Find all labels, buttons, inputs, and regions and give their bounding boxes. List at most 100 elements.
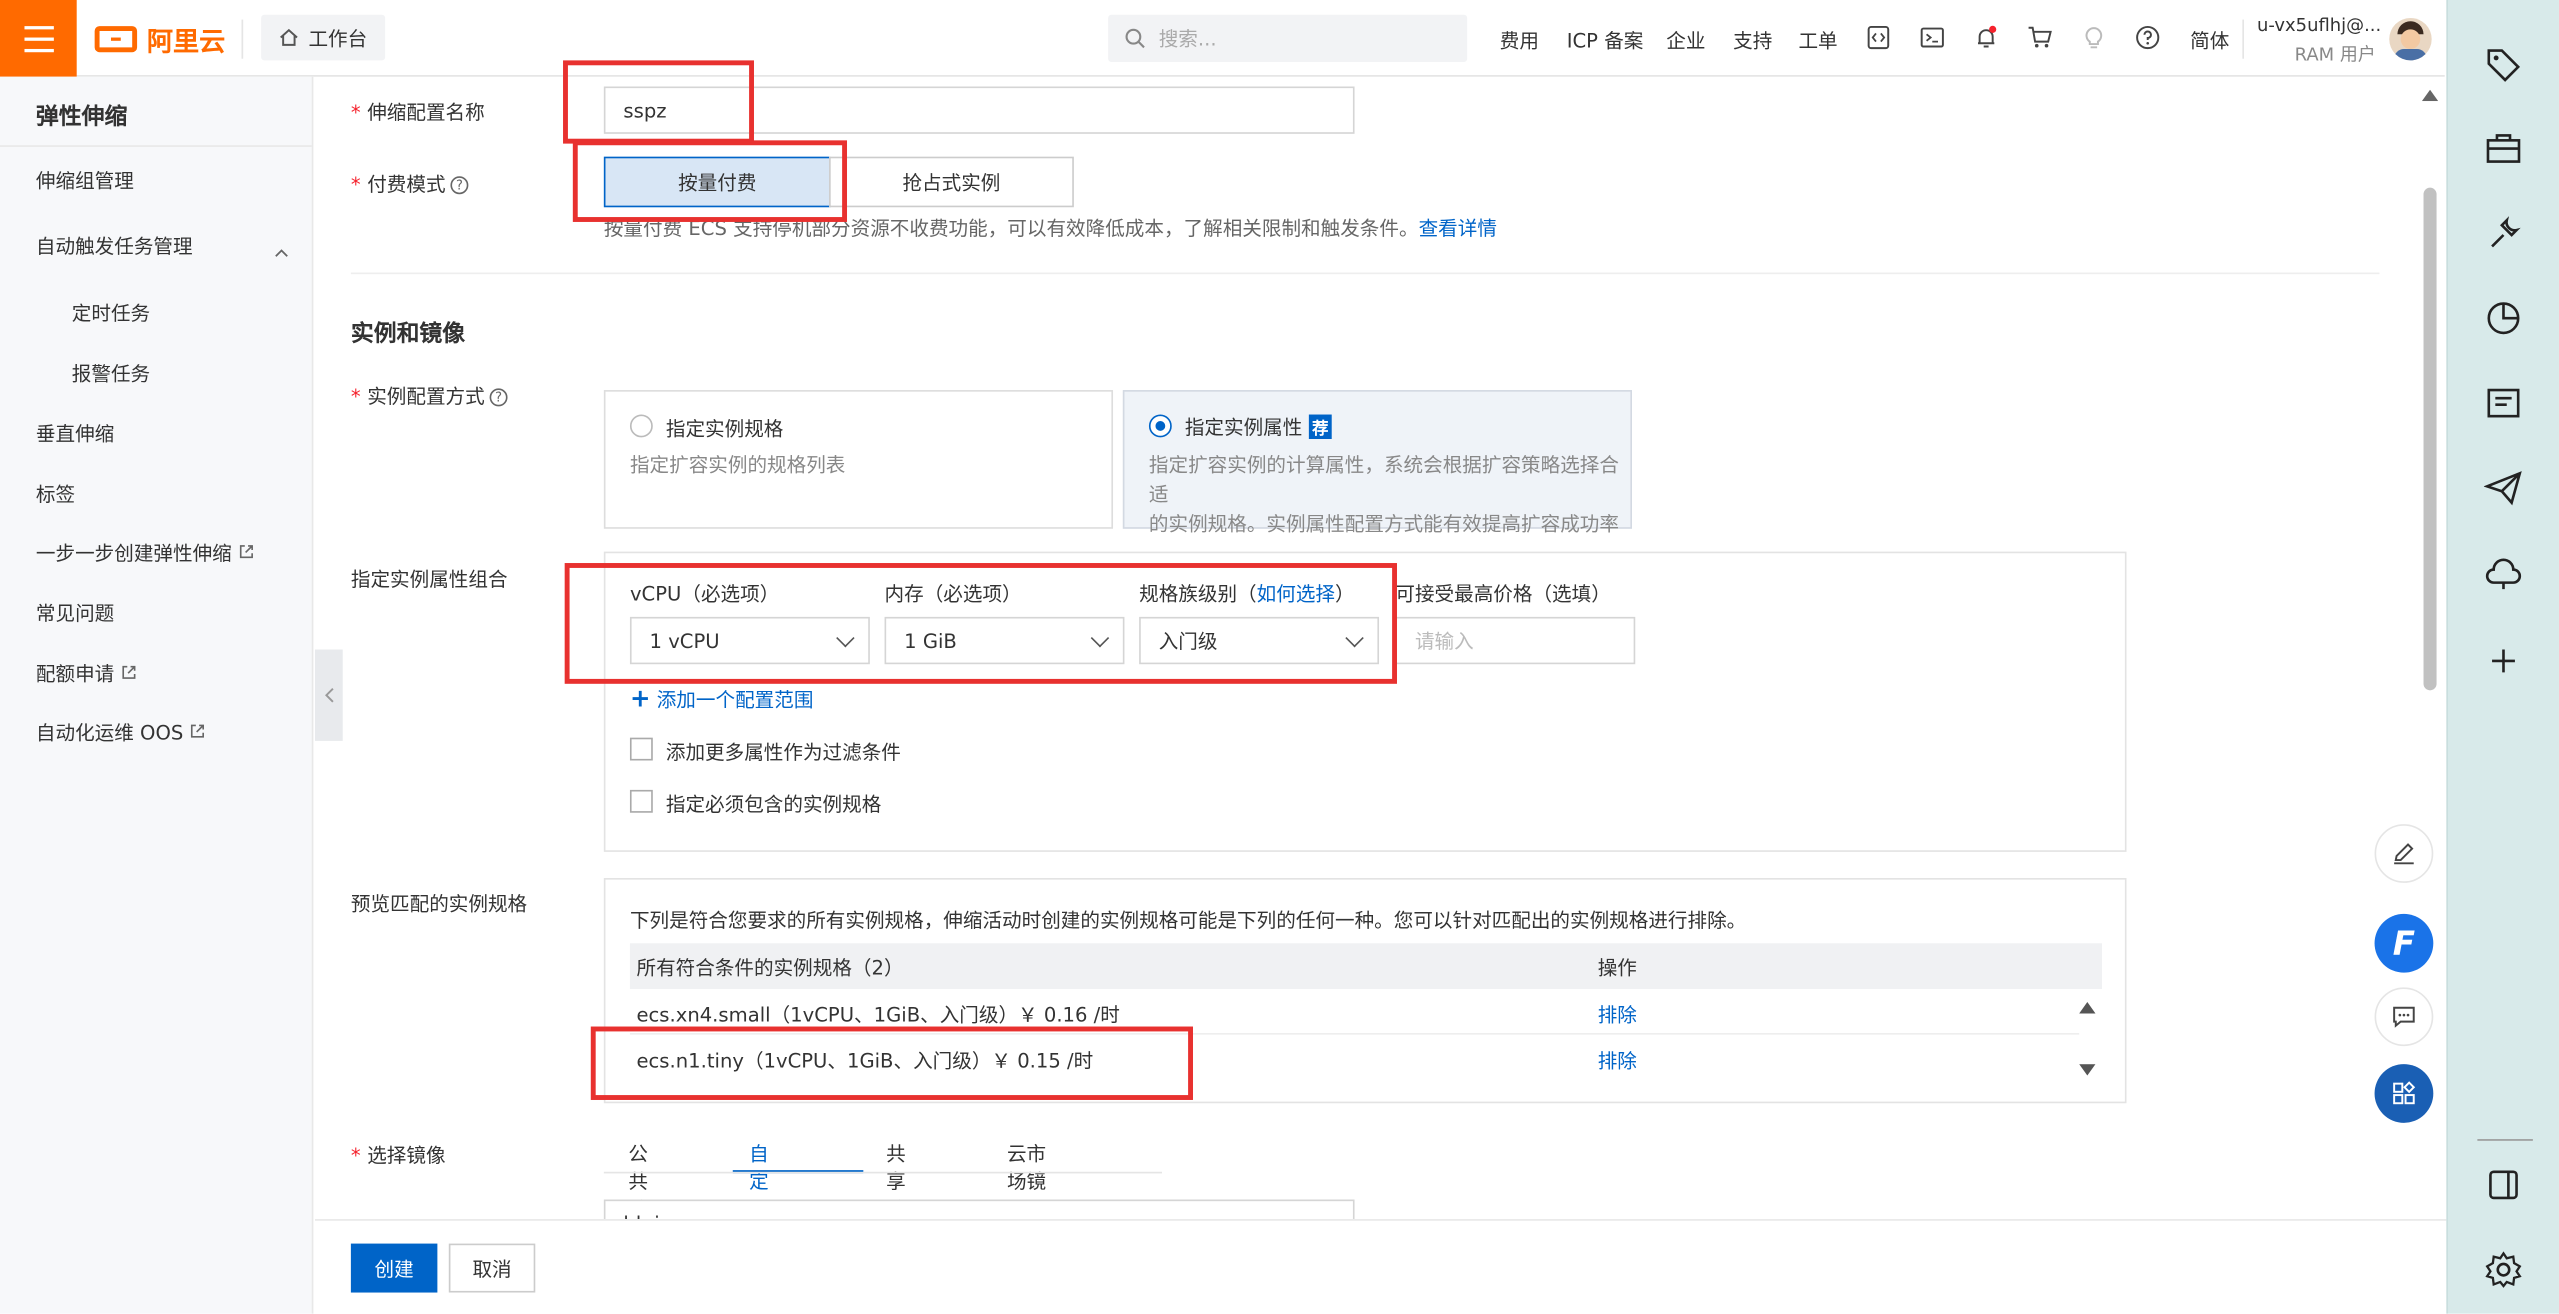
sidebar-item-alarm[interactable]: 报警任务: [72, 359, 150, 387]
settings-tool-icon[interactable]: [2484, 214, 2523, 253]
mail-icon[interactable]: [2484, 384, 2523, 423]
sidebar-item-oos[interactable]: 自动化运维 OOS: [36, 718, 206, 746]
nav-enterprise[interactable]: 企业: [1666, 26, 1705, 54]
home-icon: [280, 28, 298, 46]
method-spec-desc: 指定扩容实例的规格列表: [629, 453, 846, 477]
scroll-down-arrow[interactable]: [2079, 1058, 2096, 1081]
must-include-label: 指定必须包含的实例规格: [665, 793, 882, 816]
scroll-up-arrow[interactable]: [2079, 996, 2096, 1019]
preview-box: 下列是符合您要求的所有实例规格，伸缩活动时创建的实例规格可能是下列的任何一种。您…: [603, 878, 2127, 1104]
top-bar: 阿里云 工作台 搜索... 费用 ICP 备案 企业 支持 工单 简体 u-vx…: [0, 0, 2445, 77]
method-attr-radio[interactable]: [1148, 414, 1172, 438]
add-range-link[interactable]: + 添加一个配置范围: [630, 684, 813, 713]
table-head-op: 操作: [1597, 956, 1637, 980]
help-icon[interactable]: [2133, 23, 2162, 52]
billing-detail-link[interactable]: 查看详情: [1419, 217, 1497, 240]
lang-switch[interactable]: 简体: [2190, 26, 2229, 54]
method-spec-radio[interactable]: [629, 414, 653, 438]
apps-icon[interactable]: [2374, 1064, 2434, 1123]
row-spec: ecs.xn4.small（1vCPU、1GiB、入门级）￥ 0.16 /时: [636, 1003, 1120, 1027]
tag-icon[interactable]: [2484, 44, 2523, 83]
attr-combo-label: 指定实例属性组合: [350, 567, 508, 591]
sidebar-item-step-create[interactable]: 一步一步创建弹性伸缩: [36, 539, 254, 567]
vcpu-select[interactable]: 1 vCPU: [629, 616, 870, 665]
sidebar: 弹性伸缩 伸缩组管理 自动触发任务管理 定时任务 报警任务 垂直伸缩 标签 一步…: [0, 76, 314, 1314]
billing-preemptible-button[interactable]: 抢占式实例: [829, 156, 1074, 208]
preview-desc: 下列是符合您要求的所有实例规格，伸缩活动时创建的实例规格可能是下列的任何一种。您…: [629, 909, 1747, 932]
cloud-icon[interactable]: [2484, 553, 2523, 592]
billing-label: * 付费模式?: [351, 170, 469, 198]
sidebar-item-auto-tasks[interactable]: 自动触发任务管理: [36, 232, 193, 260]
cancel-button[interactable]: 取消: [448, 1243, 536, 1293]
chevron-up-icon[interactable]: [274, 240, 289, 263]
code-icon[interactable]: [1864, 23, 1893, 52]
sidebar-item-vertical[interactable]: 垂直伸缩: [36, 419, 114, 447]
mem-label: 内存（必选项）: [884, 582, 1022, 606]
sidebar-item-tags[interactable]: 标签: [36, 480, 75, 508]
lightbulb-icon[interactable]: [2079, 23, 2108, 52]
external-link-icon: [239, 545, 253, 559]
chevron-down-icon: [836, 628, 855, 648]
max-price-input[interactable]: 请输入: [1395, 616, 1636, 665]
exclude-link[interactable]: 排除: [1598, 1046, 1637, 1074]
bell-icon[interactable]: [1971, 23, 2000, 52]
avatar[interactable]: [2389, 17, 2432, 61]
section-instance-title: 实例和镜像: [350, 321, 466, 348]
sidebar-item-group-mgmt[interactable]: 伸缩组管理: [36, 166, 134, 194]
plus-icon: +: [629, 683, 651, 714]
sidebar-item-quota[interactable]: 配额申请: [36, 659, 137, 687]
page-scrollbar[interactable]: [2420, 89, 2440, 1216]
user-role: RAM 用户: [2294, 44, 2376, 66]
external-link-icon: [122, 665, 136, 679]
row-spec: ecs.n1.tiny（1vCPU、1GiB、入门级）￥ 0.15 /时: [636, 1049, 1094, 1073]
create-button[interactable]: 创建: [350, 1243, 438, 1293]
image-label: * 选择镜像: [350, 1144, 446, 1167]
preview-label: 预览匹配的实例规格: [350, 892, 528, 916]
search-input[interactable]: 搜索...: [1108, 14, 1468, 63]
sidebar-toggle-icon[interactable]: [2484, 1165, 2523, 1204]
nav-icp[interactable]: ICP 备案: [1567, 26, 1644, 54]
toolbox-icon[interactable]: [2484, 129, 2523, 168]
sidebar-item-scheduled[interactable]: 定时任务: [72, 299, 150, 327]
image-select[interactable]: bk-in: [603, 1199, 1355, 1220]
method-attr-title: 指定实例属性荐: [1185, 413, 1332, 441]
config-name-input[interactable]: sspz: [603, 86, 1355, 134]
exclude-link[interactable]: 排除: [1598, 1000, 1637, 1028]
memory-select[interactable]: 1 GiB: [884, 616, 1125, 665]
vcpu-label: vCPU（必选项）: [629, 582, 780, 606]
preview-table-header: 所有符合条件的实例规格（2） 操作: [629, 943, 2103, 989]
chart-icon[interactable]: [2484, 299, 2523, 338]
send-icon[interactable]: [2483, 468, 2523, 507]
chevron-down-icon: [1345, 628, 1364, 648]
family-select[interactable]: 入门级: [1139, 616, 1380, 665]
right-toolbar: [2446, 0, 2559, 1314]
price-label: 可接受最高价格（选填）: [1395, 582, 1611, 606]
method-spec-title: 指定实例规格: [665, 417, 784, 441]
nav-ticket[interactable]: 工单: [1798, 26, 1837, 54]
must-include-checkbox[interactable]: [629, 789, 653, 813]
search-icon: [1125, 28, 1145, 49]
more-attr-checkbox[interactable]: [629, 737, 653, 761]
family-help-link[interactable]: 如何选择: [1257, 583, 1335, 606]
aliyun-logo[interactable]: 阿里云: [94, 21, 226, 57]
edit-icon[interactable]: [2374, 824, 2434, 883]
user-name[interactable]: u-vx5uflhj@...: [2257, 15, 2381, 36]
billing-pay-as-you-go-button[interactable]: 按量付费: [603, 156, 831, 208]
method-attr-card[interactable]: 指定实例属性荐 指定扩容实例的计算属性，系统会根据扩容策略选择合适 的实例规格。实…: [1122, 390, 1632, 535]
external-link-icon: [191, 724, 205, 738]
menu-icon[interactable]: [0, 0, 77, 77]
help-icon: ?: [489, 388, 508, 407]
assistant-f-icon[interactable]: F: [2374, 913, 2434, 973]
gear-icon[interactable]: [2484, 1250, 2523, 1289]
billing-hint: 按量付费 ECS 支持停机部分资源不收费功能，可以有效降低成本，了解相关限制和触…: [603, 217, 1497, 240]
terminal-icon[interactable]: [1918, 23, 1947, 52]
sidebar-item-faq[interactable]: 常见问题: [36, 599, 114, 627]
nav-fees[interactable]: 费用: [1500, 26, 1539, 54]
method-spec-card[interactable]: 指定实例规格 指定扩容实例的规格列表: [603, 390, 1114, 529]
workbench-button[interactable]: 工作台: [261, 14, 386, 61]
nav-support[interactable]: 支持: [1733, 26, 1772, 54]
more-attr-label: 添加更多属性作为过滤条件: [665, 740, 901, 764]
cart-icon[interactable]: [2025, 23, 2054, 52]
plus-icon[interactable]: [2484, 641, 2523, 680]
chat-icon[interactable]: [2374, 987, 2434, 1047]
